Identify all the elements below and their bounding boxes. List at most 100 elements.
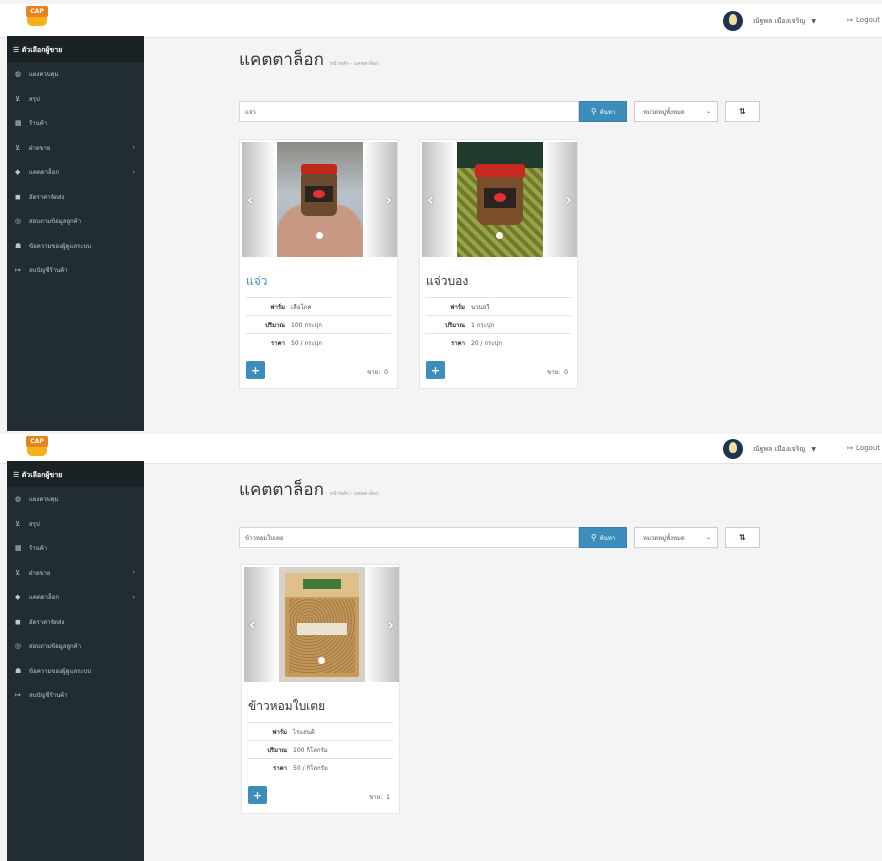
category-select-value: หมวดหมู่ทั้งหมด bbox=[643, 534, 685, 542]
sidebar-item-label: ข้อความของผู้ดูแลระบบ bbox=[29, 667, 92, 675]
caret-down-icon: ▼ bbox=[811, 445, 816, 453]
search-input[interactable] bbox=[239, 527, 579, 548]
divider bbox=[426, 315, 571, 316]
chevron-left-icon[interactable]: ‹ bbox=[249, 615, 256, 634]
search-bar: ⚲ค้นหา bbox=[239, 101, 627, 122]
caret-down-icon: ▼ bbox=[811, 17, 816, 25]
tag-icon: ◆ bbox=[15, 593, 21, 602]
page-title: แคตตาล็อก bbox=[239, 50, 324, 70]
detail-label: ฟาร์ม bbox=[450, 304, 465, 311]
divider bbox=[248, 722, 393, 723]
sidebar-item-catalog[interactable]: ◆ แคตตาล็อก › bbox=[7, 160, 144, 185]
detail-label: ราคา bbox=[273, 765, 287, 772]
user-menu[interactable]: ณัฐพล เมืองเจริญ ▼ bbox=[723, 11, 816, 31]
detail-value: นวนอวี bbox=[471, 304, 490, 311]
sort-icon: ⇅ bbox=[739, 533, 746, 542]
support-icon: ◎ bbox=[15, 217, 22, 226]
product-card: ‹ › แจ่ว ฟาร์ม เลือโภค ปริมาณ 100 กระปุก ร… bbox=[239, 139, 398, 389]
sidebar-item-label: แคตตาล็อก bbox=[29, 169, 59, 177]
sidebar-item-shipping-rates[interactable]: ◼ อัตราค่าจัดส่ง bbox=[7, 185, 144, 210]
sidebar-item-dashboard[interactable]: ◍ แผงควบคุม bbox=[7, 487, 144, 512]
cap-logo[interactable]: CAP bbox=[26, 6, 48, 28]
sidebar-item-store[interactable]: ▦ ร้านค้า bbox=[7, 536, 144, 561]
carousel-indicator[interactable] bbox=[318, 657, 325, 664]
category-select[interactable]: หมวดหมู่ทั้งหมด ⌄ bbox=[634, 527, 718, 548]
product-name[interactable]: แจ่วบอง bbox=[426, 272, 468, 291]
sidebar-item-label: ลบบัญชีร้านค้า bbox=[29, 692, 68, 700]
sold-label: ขาย: bbox=[547, 369, 561, 376]
sidebar-item-sales[interactable]: ⊻ ฝ่ายขาย › bbox=[7, 561, 144, 586]
detail-label: ฟาร์ม bbox=[272, 729, 287, 736]
search-button[interactable]: ⚲ ค้นหา bbox=[579, 527, 627, 548]
carousel-indicator[interactable] bbox=[316, 232, 323, 239]
sidebar-item-dashboard[interactable]: ◍ แผงควบคุม bbox=[7, 62, 144, 87]
logo-text: CAP bbox=[26, 436, 48, 447]
search-icon: ⚲ bbox=[590, 107, 597, 116]
top-navbar: CAP ณัฐพล เมืองเจริญ ▼ ↦ Logout bbox=[0, 434, 882, 464]
sidebar-item-summary[interactable]: ⊻ สรุป bbox=[7, 512, 144, 537]
cap-logo[interactable]: CAP bbox=[26, 436, 48, 458]
sold-value: 1 bbox=[386, 794, 390, 801]
sold-value: 0 bbox=[564, 369, 568, 376]
sidebar-item-label: แผงควบคุม bbox=[29, 496, 59, 504]
detail-value: เลือโภค bbox=[291, 304, 312, 311]
sidebar-item-delete-account[interactable]: ↦ ลบบัญชีร้านค้า bbox=[7, 258, 144, 283]
chevron-left-icon[interactable]: ‹ bbox=[247, 190, 254, 209]
breadcrumb[interactable]: หน้าหลัก › แคตตาล็อก bbox=[330, 60, 379, 68]
sidebar-item-label: ฝ่ายขาย bbox=[29, 569, 51, 577]
page-title: แคตตาล็อก bbox=[239, 480, 324, 500]
logout-link[interactable]: ↦ Logout bbox=[847, 444, 880, 452]
add-button[interactable]: + bbox=[426, 361, 445, 379]
chevron-left-icon[interactable]: ‹ bbox=[427, 190, 434, 209]
add-button[interactable]: + bbox=[246, 361, 265, 379]
sidebar-item-customer-inquiries[interactable]: ◎ สอบถามข้อมูลลูกค้า bbox=[7, 209, 144, 234]
sidebar-item-delete-account[interactable]: ↦ ลบบัญชีร้านค้า bbox=[7, 683, 144, 708]
sidebar-item-store[interactable]: ▦ ร้านค้า bbox=[7, 111, 144, 136]
product-name[interactable]: แจ่ว bbox=[246, 272, 268, 291]
search-icon: ⚲ bbox=[590, 533, 597, 542]
sidebar-item-sales[interactable]: ⊻ ฝ่ายขาย › bbox=[7, 136, 144, 161]
chevron-right-icon[interactable]: › bbox=[387, 615, 394, 634]
top-navbar: CAP ณัฐพล เมืองเจริญ ▼ ↦ Logout bbox=[0, 4, 882, 38]
logout-label: Logout bbox=[856, 444, 880, 452]
chevron-right-icon[interactable]: › bbox=[565, 190, 572, 209]
chevron-down-icon: ⌄ bbox=[705, 534, 711, 541]
sidebar-item-customer-inquiries[interactable]: ◎ สอบถามข้อมูลลูกค้า bbox=[7, 634, 144, 659]
cart-icon: ⊻ bbox=[15, 568, 21, 577]
search-input[interactable] bbox=[239, 101, 579, 122]
chevron-down-icon: ⌄ bbox=[705, 108, 711, 115]
sign-out-icon: ↦ bbox=[847, 16, 854, 24]
sidebar-item-shipping-rates[interactable]: ◼ อัตราค่าจัดส่ง bbox=[7, 610, 144, 635]
sidebar-header-label: ตัวเลือกผู้ขาย bbox=[21, 46, 63, 54]
chevron-right-icon[interactable]: › bbox=[385, 190, 392, 209]
breadcrumb[interactable]: หน้าหลัก › แคตตาล็อก bbox=[330, 490, 379, 498]
category-select[interactable]: หมวดหมู่ทั้งหมด ⌄ bbox=[634, 101, 718, 122]
detail-value: 50 / กิโลกรัม bbox=[293, 765, 328, 772]
sort-button[interactable]: ⇅ bbox=[725, 101, 760, 122]
search-button[interactable]: ⚲ ค้นหา bbox=[579, 101, 627, 122]
sidebar-item-label: ลบบัญชีร้านค้า bbox=[29, 267, 68, 275]
detail-label: ปริมาณ bbox=[267, 747, 287, 754]
sidebar-item-admin-messages[interactable]: ☗ ข้อความของผู้ดูแลระบบ bbox=[7, 659, 144, 684]
detail-label: ปริมาณ bbox=[445, 322, 465, 329]
sidebar-item-catalog[interactable]: ◆ แคตตาล็อก › bbox=[7, 585, 144, 610]
add-button[interactable]: + bbox=[248, 786, 267, 804]
sort-button[interactable]: ⇅ bbox=[725, 527, 760, 548]
sidebar-item-label: ร้านค้า bbox=[29, 120, 48, 128]
sidebar-item-admin-messages[interactable]: ☗ ข้อความของผู้ดูแลระบบ bbox=[7, 234, 144, 259]
detail-value: 1 กระปุก bbox=[471, 322, 495, 329]
user-menu[interactable]: ณัฐพล เมืองเจริญ ▼ bbox=[723, 439, 816, 459]
search-button-label: ค้นหา bbox=[599, 534, 616, 542]
sidebar-item-label: สอบถามข้อมูลลูกค้า bbox=[29, 218, 82, 226]
sign-out-icon: ↦ bbox=[15, 266, 21, 275]
logout-label: Logout bbox=[856, 16, 880, 24]
sidebar-item-summary[interactable]: ⊻ สรุป bbox=[7, 87, 144, 112]
product-name[interactable]: ข้าวหอมใบเตย bbox=[248, 697, 325, 716]
truck-icon: ◼ bbox=[15, 192, 21, 201]
sidebar-item-label: สอบถามข้อมูลลูกค้า bbox=[29, 643, 82, 651]
divider bbox=[246, 315, 391, 316]
carousel-indicator[interactable] bbox=[496, 232, 503, 239]
store-icon: ▦ bbox=[15, 544, 22, 553]
logout-link[interactable]: ↦ Logout bbox=[847, 16, 880, 24]
user-name: ณัฐพล เมืองเจริญ bbox=[753, 444, 806, 453]
